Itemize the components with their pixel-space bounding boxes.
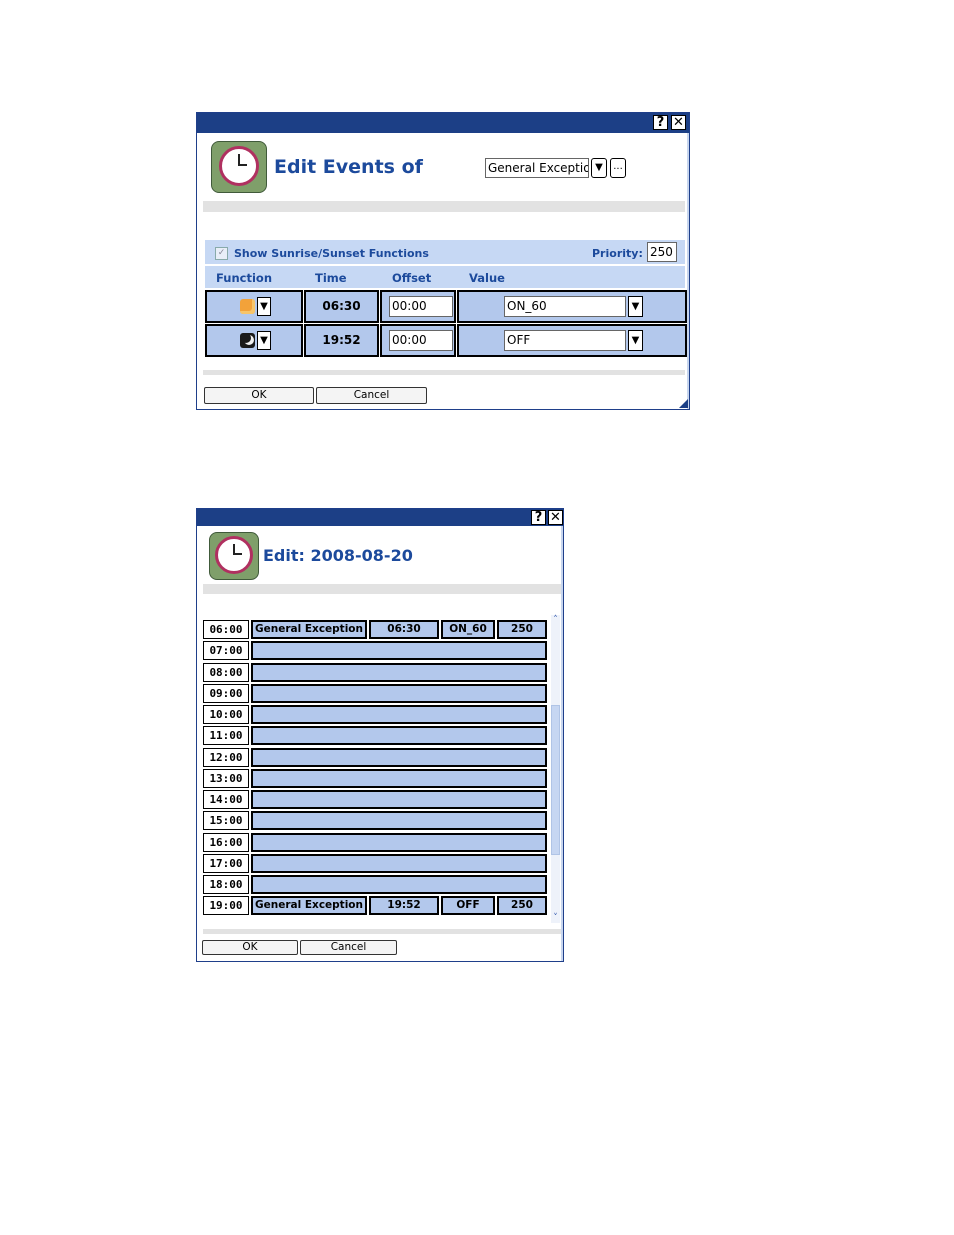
sunrise-icon[interactable] [240, 299, 255, 314]
header-separator [203, 201, 685, 212]
hour-slot[interactable] [251, 684, 547, 703]
dialog-side-border [687, 133, 689, 409]
resize-grip[interactable] [679, 399, 688, 408]
column-function: Function [216, 271, 273, 285]
hour-slot[interactable] [251, 663, 547, 682]
hour-slot[interactable] [251, 854, 547, 873]
time-value: 19:52 [322, 333, 361, 347]
dialog-title: Edit: 2008-08-20 [263, 546, 413, 565]
hour-label: 06:00 [203, 620, 249, 639]
cancel-button[interactable]: Cancel [316, 387, 427, 404]
hour-label: 14:00 [203, 790, 249, 809]
hour-slot[interactable] [251, 641, 547, 660]
dialog-title: Edit Events of [274, 156, 423, 178]
event-value[interactable]: OFF [441, 896, 495, 915]
header-separator [203, 584, 561, 594]
hour-label: 09:00 [203, 684, 249, 703]
column-offset: Offset [392, 271, 432, 285]
hour-slot[interactable] [251, 748, 547, 767]
hour-slot[interactable] [251, 833, 547, 852]
hour-slot[interactable] [251, 811, 547, 830]
ok-button[interactable]: OK [202, 940, 298, 955]
sunset-icon[interactable] [240, 333, 255, 348]
event-value[interactable]: ON_60 [441, 620, 495, 639]
value-dropdown[interactable]: ▼ [628, 296, 643, 317]
hour-label: 17:00 [203, 854, 249, 873]
event-time[interactable]: 06:30 [369, 620, 439, 639]
value-dropdown[interactable]: ▼ [628, 330, 643, 351]
hour-label: 19:00 [203, 896, 249, 915]
clock-icon [211, 141, 267, 193]
hour-label: 10:00 [203, 705, 249, 724]
hour-label: 07:00 [203, 641, 249, 660]
column-header-bar [205, 266, 685, 288]
event-priority[interactable]: 250 [497, 620, 547, 639]
hour-label: 13:00 [203, 769, 249, 788]
dialog-titlebar [197, 113, 689, 133]
show-sunrise-label: Show Sunrise/Sunset Functions [234, 247, 429, 260]
help-button[interactable]: ? [653, 115, 668, 130]
offset-input[interactable]: 00:00 [389, 330, 453, 351]
value-select[interactable]: OFF [504, 330, 626, 351]
column-value: Value [469, 271, 505, 285]
hour-label: 18:00 [203, 875, 249, 894]
hour-label: 15:00 [203, 811, 249, 830]
offset-input[interactable]: 00:00 [389, 296, 453, 317]
value-select[interactable]: ON_60 [504, 296, 626, 317]
browse-button[interactable]: ... [610, 158, 626, 178]
priority-input[interactable]: 250 [647, 242, 677, 262]
hour-label: 16:00 [203, 833, 249, 852]
function-dropdown[interactable]: ▼ [257, 297, 271, 316]
edit-day-dialog: ? ✕ Edit: 2008-08-20 06:00 General Except… [196, 508, 564, 962]
dialog-titlebar [197, 509, 563, 526]
scroll-up-arrow[interactable]: ˄ [551, 615, 560, 625]
footer-separator [203, 370, 685, 375]
footer-separator [203, 929, 561, 934]
column-time: Time [315, 271, 347, 285]
event-name[interactable]: General Exception [251, 620, 367, 639]
help-button[interactable]: ? [531, 510, 546, 525]
close-button[interactable]: ✕ [671, 115, 686, 130]
scroll-thumb[interactable] [551, 705, 560, 855]
edit-events-dialog: ? ✕ Edit Events of General Exception ▼ .… [196, 112, 690, 410]
event-time[interactable]: 19:52 [369, 896, 439, 915]
hour-slot[interactable] [251, 769, 547, 788]
hour-label: 12:00 [203, 748, 249, 767]
hour-slot[interactable] [251, 790, 547, 809]
show-sunrise-checkbox[interactable]: ✓ [215, 247, 228, 260]
hour-slot[interactable] [251, 705, 547, 724]
event-priority[interactable]: 250 [497, 896, 547, 915]
group-dropdown-button[interactable]: ▼ [591, 158, 607, 178]
priority-label: Priority: [592, 247, 643, 260]
hour-label: 11:00 [203, 726, 249, 745]
scroll-down-arrow[interactable]: ˅ [551, 913, 560, 923]
time-value: 06:30 [322, 299, 361, 313]
clock-icon [209, 532, 259, 580]
scrollbar[interactable]: ˄ ˅ [551, 615, 560, 923]
hour-slot[interactable] [251, 726, 547, 745]
event-name[interactable]: General Exception [251, 896, 367, 915]
group-select[interactable]: General Exception [485, 158, 589, 178]
function-dropdown[interactable]: ▼ [257, 331, 271, 350]
close-button[interactable]: ✕ [548, 510, 563, 525]
hour-label: 08:00 [203, 663, 249, 682]
cancel-button[interactable]: Cancel [300, 940, 397, 955]
dialog-side-border [561, 526, 563, 961]
hour-slot[interactable] [251, 875, 547, 894]
ok-button[interactable]: OK [204, 387, 314, 404]
